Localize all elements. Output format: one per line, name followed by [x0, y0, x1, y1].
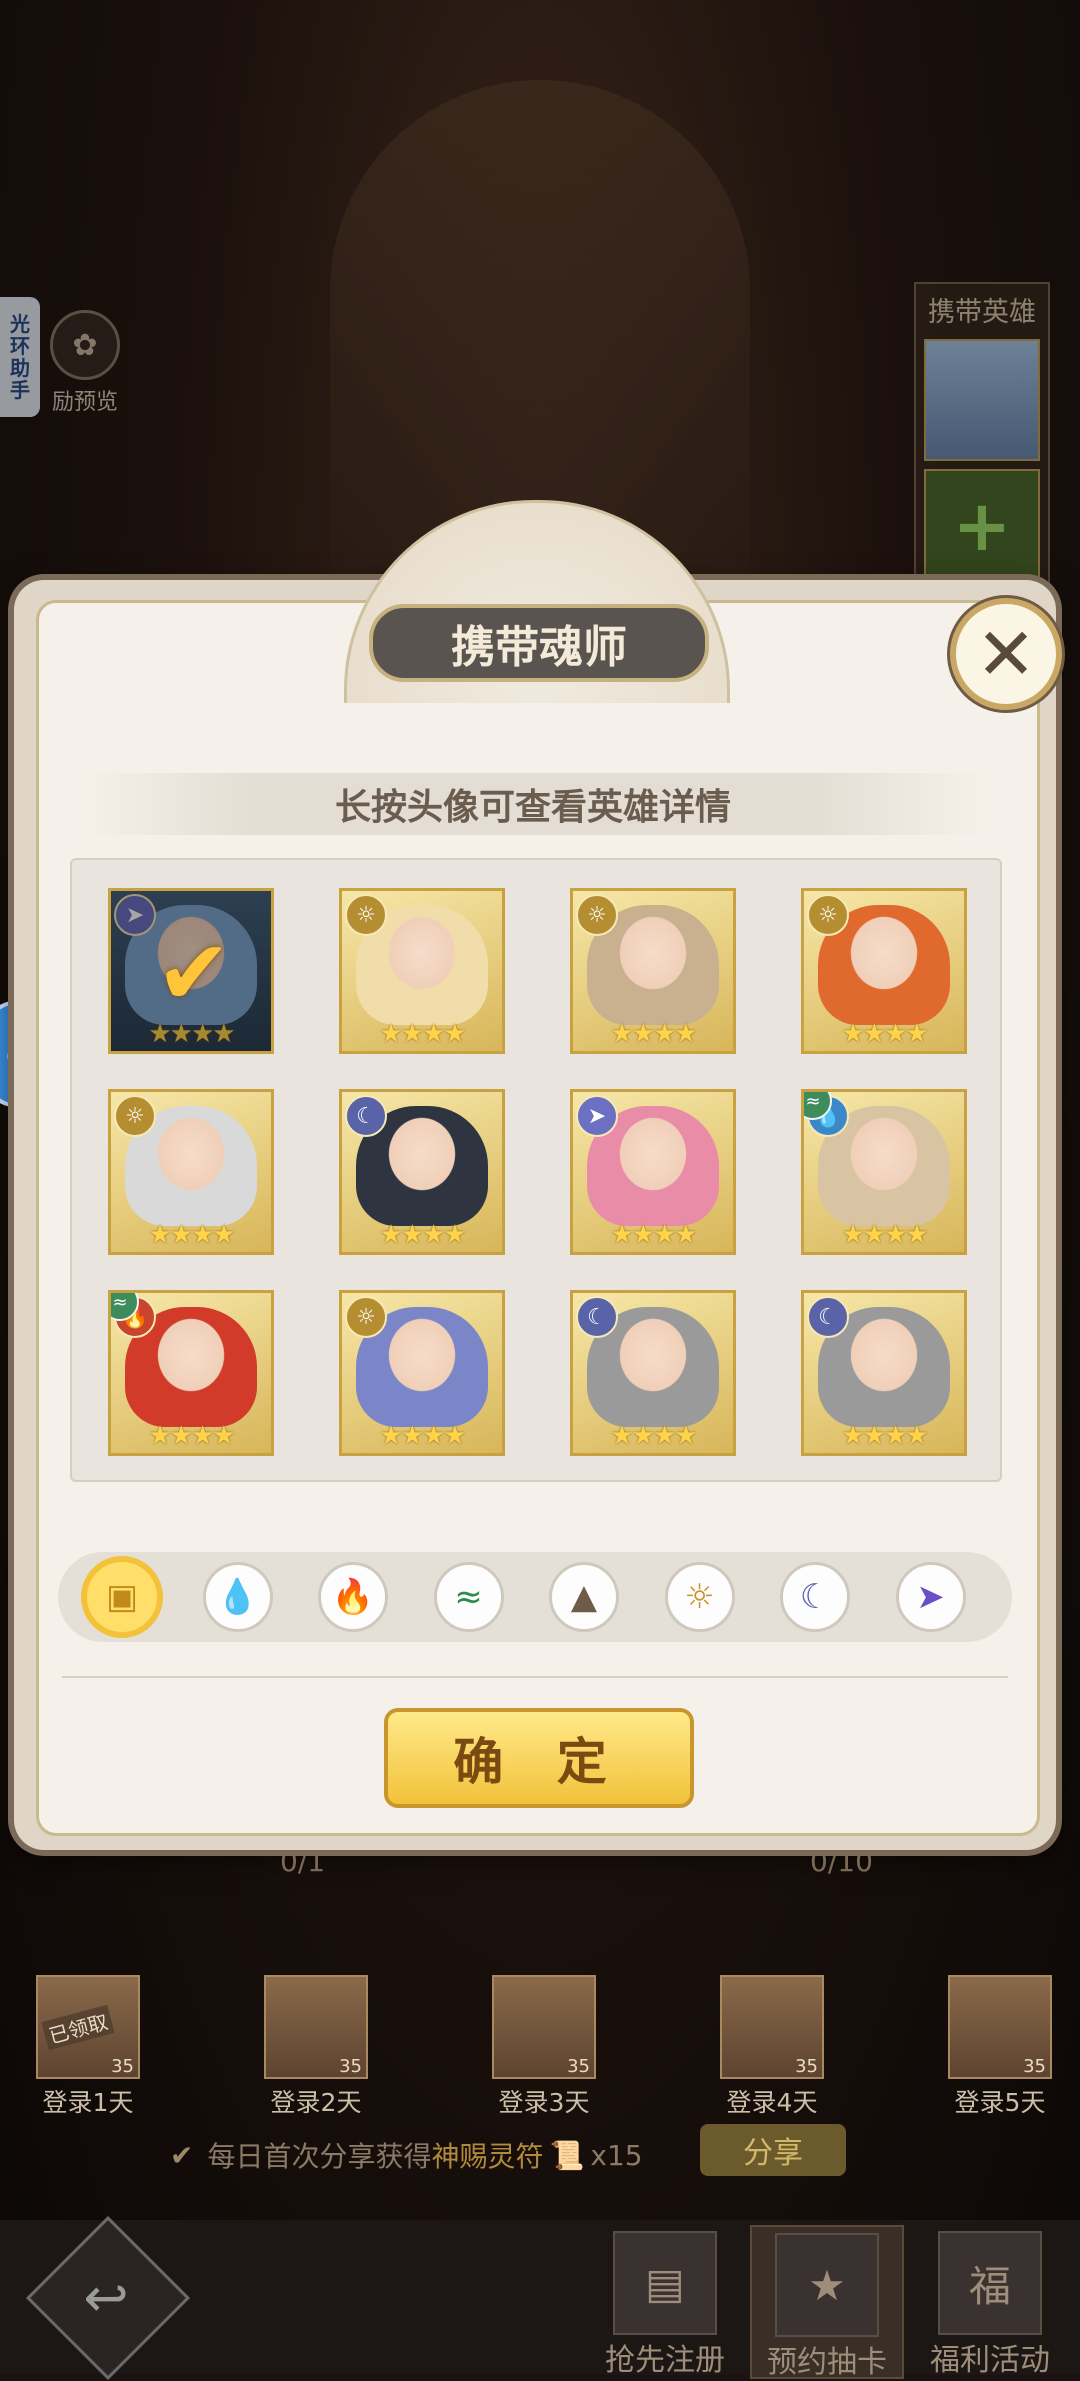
wind-icon: ≈: [454, 1577, 483, 1617]
checkmark-icon: ✔: [156, 921, 232, 1026]
share-button[interactable]: 分享: [700, 2124, 846, 2176]
hero-card[interactable]: ☾ ★★★★: [570, 1290, 736, 1456]
sun-element-icon: ☼: [345, 1296, 387, 1338]
water-icon: 💧: [216, 1577, 259, 1617]
reward-quantity: 35: [111, 2056, 134, 2077]
reward-quantity: 35: [567, 2056, 590, 2077]
star-rating: ★★★★: [841, 1220, 928, 1250]
star-card-icon: ★: [775, 2233, 879, 2337]
back-arrow-icon: ↩: [83, 2265, 129, 2329]
filter-all-button[interactable]: ▣: [81, 1556, 163, 1638]
login-day-label: 登录3天: [498, 2088, 590, 2117]
hero-card[interactable]: ☾ ★★★★: [801, 1290, 967, 1456]
filter-wind-button[interactable]: ≈: [433, 1562, 504, 1632]
hero-card[interactable]: ☼ ★★★★: [570, 888, 736, 1054]
star-rating: ★★★★: [379, 1019, 466, 1049]
box-icon: ▣: [105, 1577, 139, 1617]
hero-card[interactable]: ☼ ★★★★: [339, 1290, 505, 1456]
filter-light-button[interactable]: ☼: [664, 1562, 735, 1632]
nav-tab-label: 福利活动: [930, 2343, 1050, 2378]
star-rating: ★★★★: [610, 1220, 697, 1250]
hint-text: 长按头像可查看英雄详情: [78, 773, 988, 835]
moon-element-icon: ☾: [345, 1095, 387, 1137]
check-icon: ✔: [170, 2138, 194, 2172]
sun-element-icon: ☼: [576, 894, 618, 936]
hero-card[interactable]: ☼ ★★★★: [108, 1089, 274, 1255]
reward-card: 35: [264, 1975, 368, 2079]
moon-icon: ☾: [799, 1577, 831, 1617]
login-reward-item[interactable]: 35 登录3天: [484, 1975, 604, 2119]
claimed-stamp: 已领取: [41, 2004, 115, 2051]
reward-quantity: 35: [1023, 2056, 1046, 2077]
share-item: 神赐灵符: [431, 2140, 544, 2173]
hero-card[interactable]: ☼ ★★★★: [801, 888, 967, 1054]
reward-card: 35: [492, 1975, 596, 2079]
hero-card[interactable]: ☾ ★★★★: [339, 1089, 505, 1255]
star-rating: ★★★★: [148, 1220, 235, 1250]
carry-soul-master-dialog: 携带魂师 ✕ 长按头像可查看英雄详情 ➤ ★★★★ ✔ ☼ ★★★★ ☼ ★★★★ ☼ ★★★★…: [14, 500, 1062, 1850]
filter-fire-button[interactable]: 🔥: [318, 1562, 388, 1632]
close-icon: ✕: [975, 612, 1037, 696]
progress-text: 0/1: [280, 1845, 326, 1878]
filter-dark-button[interactable]: ☾: [780, 1562, 850, 1632]
confirm-button[interactable]: 确 定: [384, 1708, 694, 1808]
divider: [62, 1676, 1008, 1678]
nav-tab-label: 抢先注册: [605, 2343, 725, 2378]
star-rating: ★★★★: [610, 1421, 697, 1451]
filter-arrow-button[interactable]: ➤: [895, 1562, 966, 1632]
cards-icon: ▤: [613, 2231, 717, 2335]
filter-water-button[interactable]: 💧: [202, 1562, 273, 1632]
login-day-label: 登录5天: [954, 2088, 1046, 2117]
element-filter-bar: ▣ 💧 🔥 ≈ ▲ ☼ ☾ ➤: [58, 1552, 1012, 1642]
dialog-title: 携带魂师: [369, 604, 709, 682]
star-rating: ★★★★: [841, 1421, 928, 1451]
nav-tab[interactable]: ★ 预约抽卡: [750, 2225, 904, 2380]
sun-element-icon: ☼: [345, 894, 387, 936]
sun-element-icon: ☼: [114, 1095, 156, 1137]
share-text: 每日首次分享获得: [207, 2140, 432, 2173]
share-count: x15: [590, 2138, 643, 2172]
login-reward-item[interactable]: 35 登录4天: [712, 1975, 832, 2119]
reward-card: 35 已领取: [36, 1975, 140, 2079]
login-day-label: 登录1天: [42, 2088, 134, 2117]
star-rating: ★★★★: [379, 1220, 466, 1250]
login-reward-item[interactable]: 35 登录5天: [940, 1975, 1060, 2119]
mountain-icon: ▲: [570, 1577, 598, 1617]
filter-earth-button[interactable]: ▲: [549, 1562, 619, 1632]
nav-tab[interactable]: ▤ 抢先注册: [590, 2225, 740, 2378]
arrow-element-icon: ➤: [576, 1095, 618, 1137]
reward-card: 35: [948, 1975, 1052, 2079]
hero-card[interactable]: 💧 ≈ ★★★★: [801, 1089, 967, 1255]
login-day-label: 登录2天: [270, 2088, 362, 2117]
login-reward-row: 35 已领取登录1天 35 登录2天 35 登录3天 35 登录4天 35 登录5天: [0, 1975, 1080, 2125]
star-rating: ★★★★: [148, 1421, 235, 1451]
nav-tab[interactable]: 福福利活动: [915, 2225, 1065, 2378]
talisman-icon: 📜: [549, 2138, 585, 2172]
hero-card[interactable]: ➤ ★★★★: [570, 1089, 736, 1255]
moon-element-icon: ☾: [807, 1296, 849, 1338]
fortune-icon: 福: [938, 2231, 1042, 2335]
star-rating: ★★★★: [379, 1421, 466, 1451]
hero-card[interactable]: 🔥 ≈ ★★★★: [108, 1290, 274, 1456]
sun-icon: ☼: [684, 1577, 715, 1617]
progress-text: 0/10: [810, 1845, 873, 1878]
reward-quantity: 35: [339, 2056, 362, 2077]
hero-card[interactable]: ☼ ★★★★: [339, 888, 505, 1054]
close-button[interactable]: ✕: [950, 598, 1062, 710]
hero-grid: ➤ ★★★★ ✔ ☼ ★★★★ ☼ ★★★★ ☼ ★★★★ ☼ ★★★★ ☾ ★★★★ ➤ ★★★★ 💧 ≈ ★★…: [70, 858, 1002, 1482]
hero-card[interactable]: ➤ ★★★★ ✔: [108, 888, 274, 1054]
moon-element-icon: ☾: [576, 1296, 618, 1338]
login-day-label: 登录4天: [726, 2088, 818, 2117]
login-reward-item[interactable]: 35 已领取登录1天: [28, 1975, 148, 2119]
star-rating: ★★★★: [610, 1019, 697, 1049]
arrow-icon: ➤: [916, 1577, 945, 1617]
star-rating: ★★★★: [841, 1019, 928, 1049]
reward-card: 35: [720, 1975, 824, 2079]
fire-icon: 🔥: [331, 1577, 375, 1617]
login-reward-item[interactable]: 35 登录2天: [256, 1975, 376, 2119]
nav-tab-label: 预约抽卡: [767, 2345, 887, 2380]
reward-quantity: 35: [795, 2056, 818, 2077]
sun-element-icon: ☼: [807, 894, 849, 936]
